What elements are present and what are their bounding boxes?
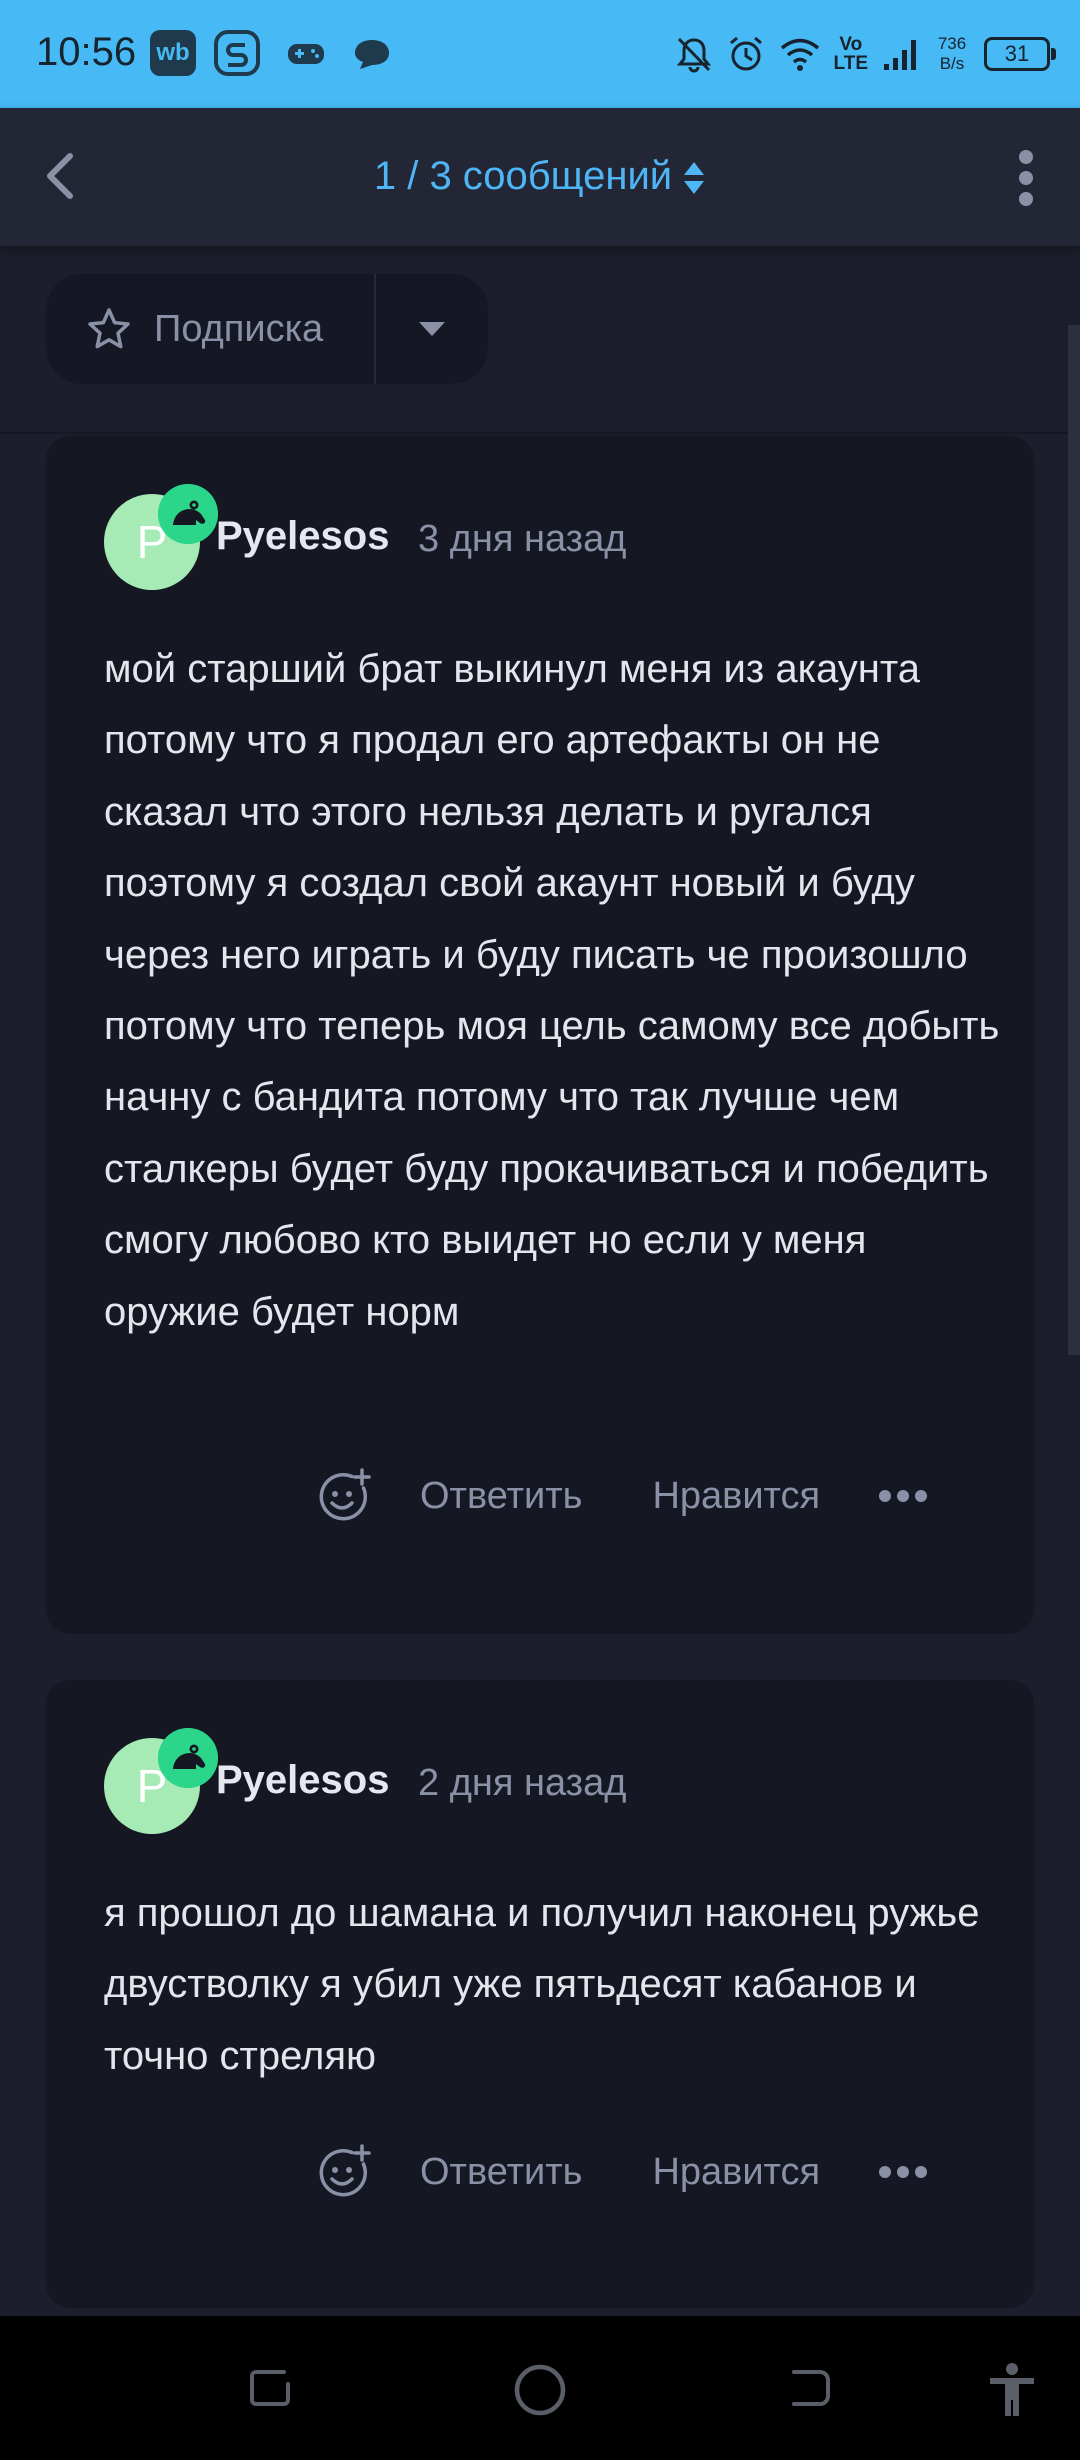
message-counter-label: 1 / 3 сообщений (373, 154, 673, 198)
status-indicators: Vo LTE 736 B/s 31 (674, 26, 1056, 82)
add-reaction-icon[interactable] (316, 1468, 372, 1524)
post-more-icon[interactable] (878, 2162, 928, 2182)
notifications-off-icon (676, 37, 711, 73)
chat-bubble-icon (355, 40, 389, 69)
subscribe-bar: Подписка (0, 246, 1080, 434)
frog-badge-icon (158, 1728, 218, 1788)
sort-icon (684, 162, 705, 195)
back-nav-icon[interactable] (784, 2362, 836, 2414)
alarm-icon (729, 36, 762, 71)
scrollbar[interactable] (1068, 325, 1080, 1355)
like-button[interactable]: Нравится (652, 1475, 820, 1518)
wb-icon: wb (150, 30, 196, 76)
system-nav-bar (0, 2316, 1080, 2460)
post-actions: Ответить Нравится (316, 1468, 928, 1524)
post-time: 2 дня назад (418, 1762, 627, 1804)
author-name[interactable]: Pyelesos (216, 1758, 389, 1803)
reply-button[interactable]: Ответить (420, 1475, 582, 1518)
author-name[interactable]: Pyelesos (216, 514, 389, 559)
subscribe-label: Подписка (154, 307, 324, 350)
post-actions: Ответить Нравится (316, 2144, 928, 2200)
frog-badge-icon (158, 484, 218, 544)
status-bar: 10:56 wb Vo LTE 736 B/s 31 (0, 0, 1080, 108)
status-time: 10:56 (36, 30, 137, 74)
s-app-icon (214, 30, 260, 76)
gamepad-icon (288, 44, 324, 64)
like-button[interactable]: Нравится (652, 2151, 820, 2194)
post-card: P Pyelesos 3 дня назад мой старший брат … (46, 436, 1034, 1634)
subscribe-button[interactable]: Подписка (46, 274, 376, 384)
battery-icon: 31 (984, 37, 1056, 71)
more-options-button[interactable] (1008, 148, 1044, 208)
accessibility-icon[interactable] (984, 2362, 1040, 2418)
post-body: я прошол до шамана и получил наконец руж… (104, 1891, 980, 2078)
post-more-icon[interactable] (878, 1486, 928, 1506)
recent-apps-icon[interactable] (244, 2362, 296, 2414)
wifi-icon (780, 38, 819, 71)
post-body: мой старший брат выкинул меня из акаунта… (104, 647, 1000, 1334)
reply-button[interactable]: Ответить (420, 2151, 582, 2194)
net-speed: 736 B/s (937, 34, 967, 73)
home-icon[interactable] (512, 2362, 568, 2418)
message-counter[interactable]: 1 / 3 сообщений (0, 154, 1080, 199)
subscribe-dropdown-button[interactable] (376, 274, 488, 384)
subscribe-control: Подписка (46, 274, 488, 384)
chevron-down-icon (419, 322, 445, 336)
add-reaction-icon[interactable] (316, 2144, 372, 2200)
signal-icon (884, 40, 916, 70)
network-type: Vo LTE (833, 34, 868, 74)
star-icon (88, 308, 130, 349)
post-time: 3 дня назад (418, 518, 627, 560)
topic-header: 1 / 3 сообщений (0, 108, 1080, 246)
post-card: P Pyelesos 2 дня назад я прошол до шаман… (46, 1680, 1034, 2308)
